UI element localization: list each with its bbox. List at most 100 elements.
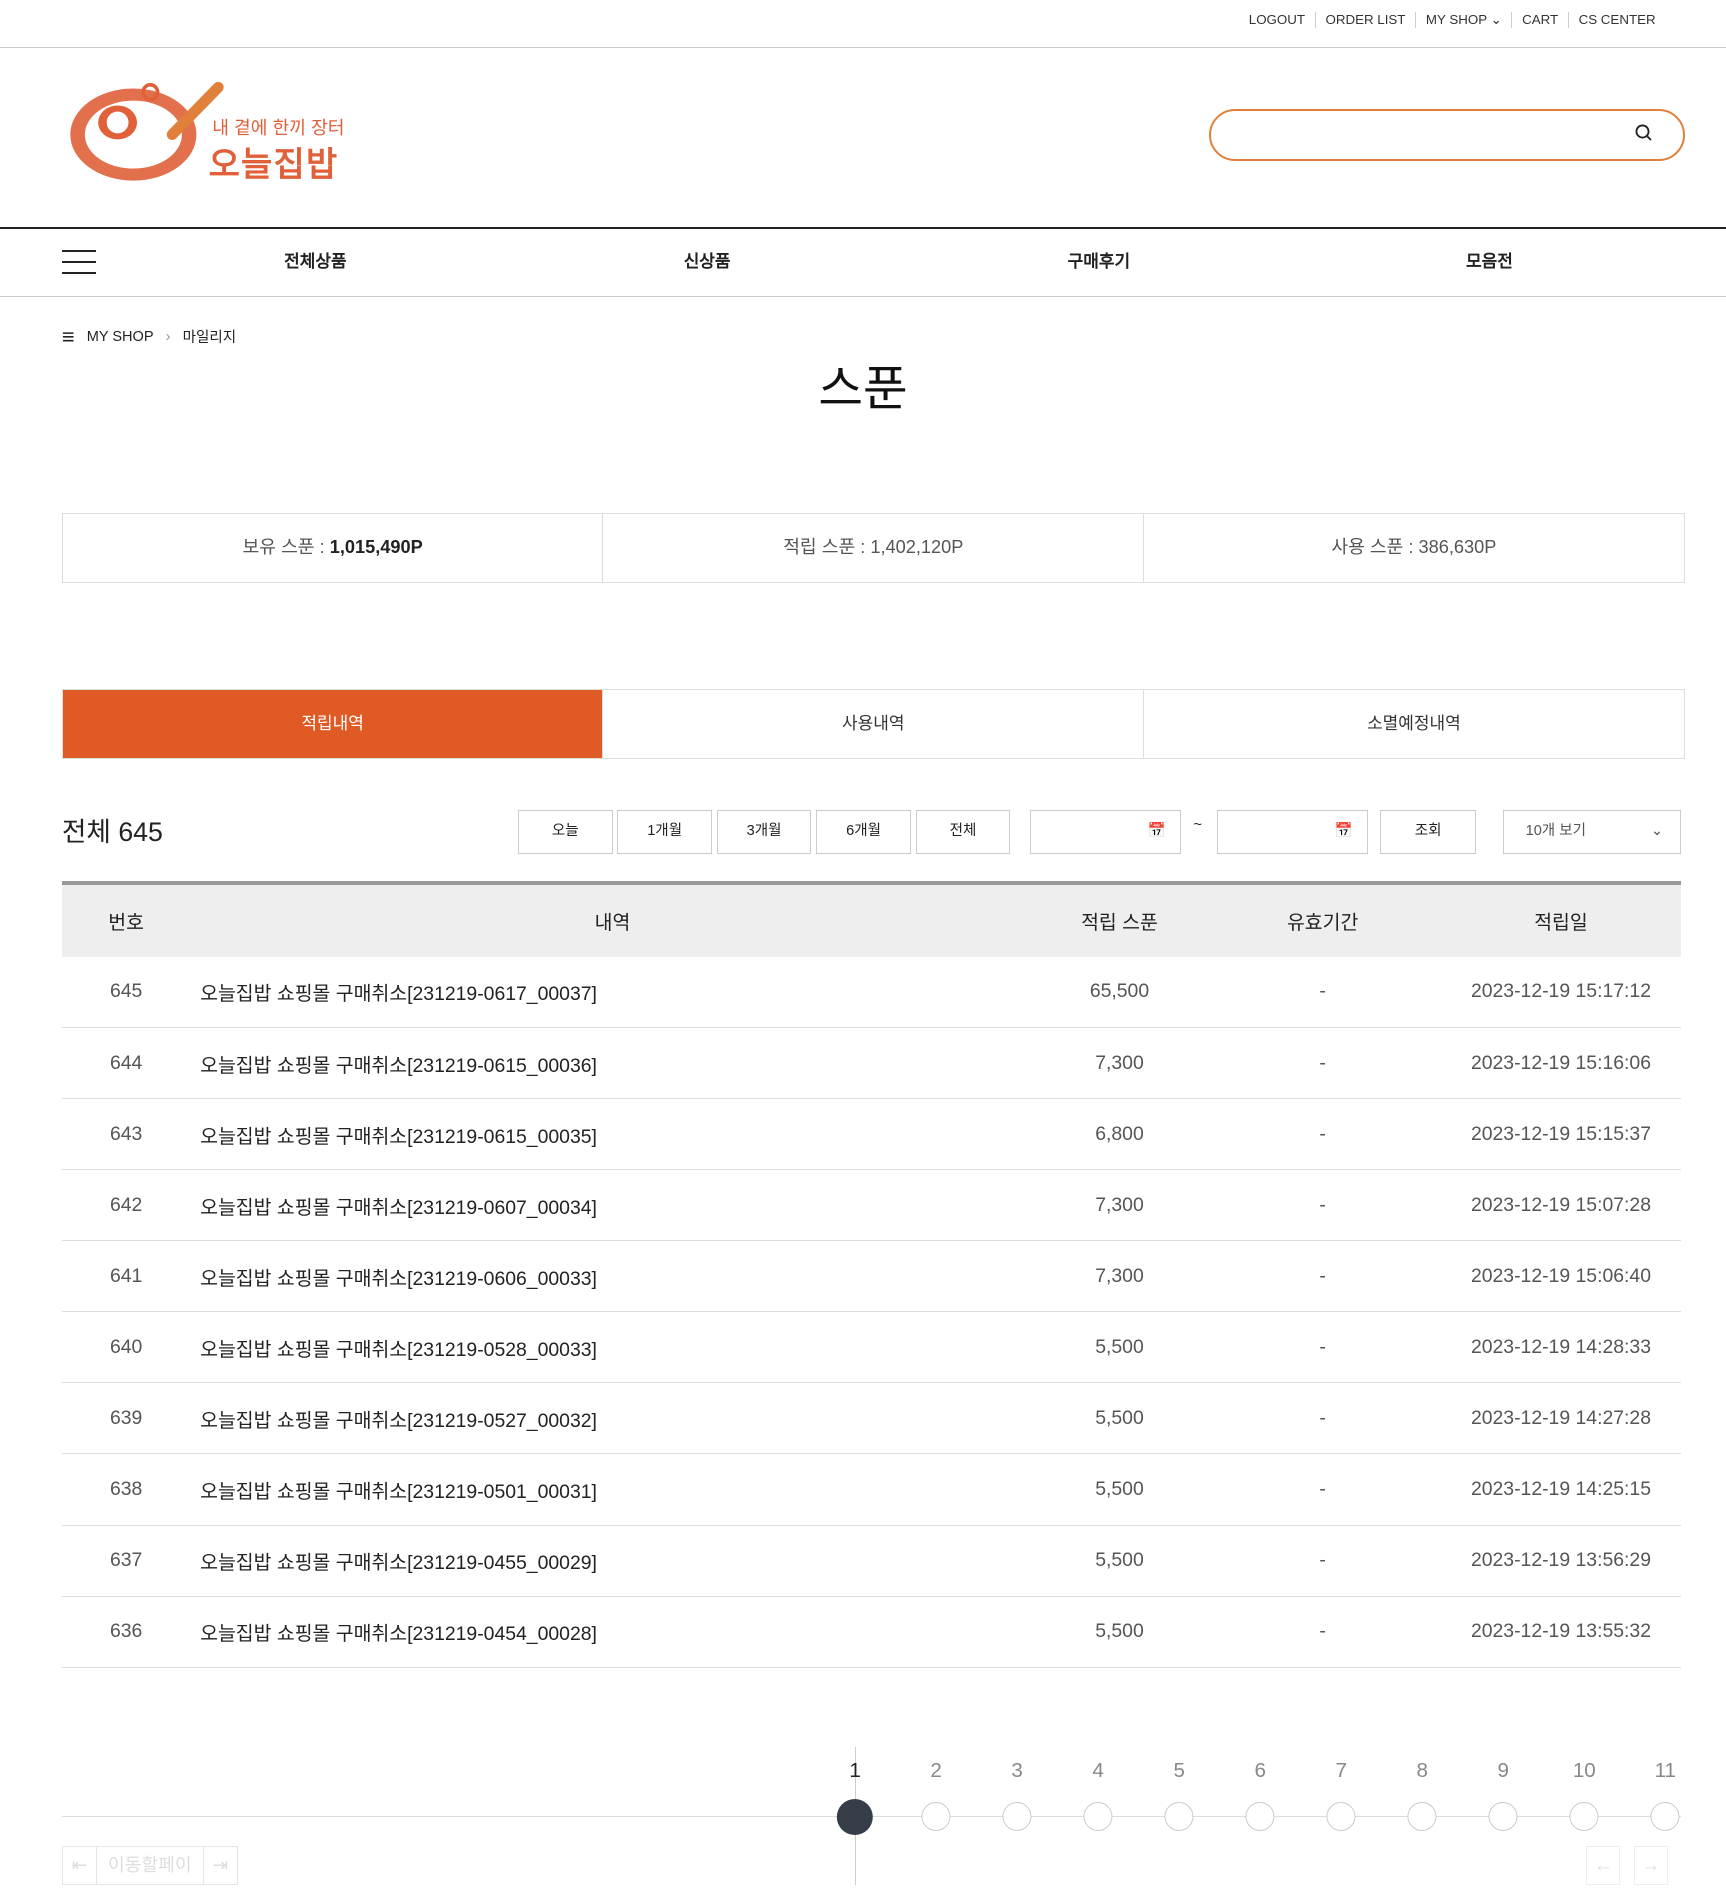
page-number[interactable]: 10: [1573, 1759, 1596, 1783]
filter-1month-button[interactable]: 1개월: [617, 810, 712, 854]
page-number[interactable]: 9: [1498, 1759, 1509, 1783]
col-number: 번호: [61, 880, 191, 957]
earned-points: 적립 스푼 : 1,402,120P: [602, 514, 1143, 583]
page-dot[interactable]: [1083, 1802, 1113, 1832]
table-row: 645 오늘집밥 쇼핑몰 구매취소[231219-0617_00037] 65,50…: [61, 956, 1682, 1029]
table-row: 641 오늘집밥 쇼핑몰 구매취소[231219-0606_00033] 7,300…: [61, 1240, 1682, 1313]
page-number[interactable]: 7: [1335, 1759, 1346, 1783]
row-points: 7,300: [1034, 1027, 1205, 1100]
last-page-icon[interactable]: ⇥: [202, 1847, 237, 1884]
row-description: 오늘집밥 쇼핑몰 구매취소[231219-0617_00037]: [190, 956, 1035, 1029]
nav-all-products[interactable]: 전체상품: [284, 247, 346, 272]
page-dot[interactable]: [1245, 1802, 1275, 1832]
search-icon[interactable]: [1634, 123, 1653, 142]
tab-used[interactable]: 사용내역: [602, 689, 1143, 759]
first-page-icon[interactable]: ⇤: [63, 1847, 97, 1884]
breadcrumb-current[interactable]: 마일리지: [183, 326, 237, 347]
page-number[interactable]: 6: [1254, 1759, 1265, 1783]
table-row: 639 오늘집밥 쇼핑몰 구매취소[231219-0527_00032] 5,500…: [61, 1382, 1682, 1455]
calendar-icon[interactable]: 📅: [1148, 823, 1166, 839]
row-points: 5,500: [1034, 1525, 1205, 1597]
next-page-icon[interactable]: →: [1633, 1846, 1668, 1885]
nav-collections[interactable]: 모음전: [1466, 247, 1513, 272]
filter-all-button[interactable]: 전체: [915, 810, 1011, 854]
row-validity: -: [1204, 1169, 1441, 1242]
cs-center-link[interactable]: CS CENTER: [1567, 12, 1665, 29]
page-dot[interactable]: [1488, 1802, 1518, 1832]
page-jump-input[interactable]: 이동할페이: [97, 1847, 203, 1884]
col-description: 내역: [190, 880, 1035, 957]
page-number[interactable]: 2: [930, 1759, 941, 1783]
search-input[interactable]: [1230, 111, 1631, 159]
hold-value: 1,015,490P: [329, 537, 423, 558]
page-dot[interactable]: [921, 1802, 951, 1832]
row-points: 65,500: [1034, 956, 1205, 1029]
hold-label: 보유 스푼 :: [242, 537, 330, 558]
list-icon: ≡: [61, 323, 75, 349]
page-dot[interactable]: [1326, 1802, 1356, 1832]
col-validity: 유효기간: [1204, 880, 1441, 957]
row-validity: -: [1204, 1382, 1441, 1455]
chevron-down-icon: ⌄: [1490, 12, 1502, 28]
page-dot[interactable]: [1002, 1802, 1032, 1832]
filter-3month-button[interactable]: 3개월: [716, 810, 812, 854]
table-row: 640 오늘집밥 쇼핑몰 구매취소[231219-0528_00033] 5,500…: [61, 1311, 1682, 1384]
page-number[interactable]: 1: [849, 1759, 860, 1783]
table-row: 636 오늘집밥 쇼핑몰 구매취소[231219-0454_00028] 5,500…: [61, 1596, 1682, 1668]
tab-expiring[interactable]: 소멸예정내역: [1143, 689, 1684, 759]
nav-new-products[interactable]: 신상품: [684, 247, 731, 272]
order-list-link[interactable]: ORDER LIST: [1314, 12, 1415, 29]
logout-link[interactable]: LOGOUT: [1239, 12, 1315, 28]
row-validity: -: [1204, 1027, 1441, 1100]
page-number[interactable]: 8: [1417, 1759, 1428, 1783]
chevron-down-icon: ⌄: [1650, 823, 1664, 840]
top-links: LOGOUT ORDER LIST MY SHOP ⌄ CART CS CENT…: [1239, 12, 1665, 29]
col-date: 적립일: [1440, 880, 1682, 957]
row-description: 오늘집밥 쇼핑몰 구매취소[231219-0615_00035]: [190, 1098, 1035, 1171]
row-date: 2023-12-19 15:16:06: [1440, 1027, 1682, 1100]
row-points: 5,500: [1034, 1311, 1205, 1384]
page-number[interactable]: 11: [1655, 1759, 1676, 1783]
row-number: 641: [61, 1240, 191, 1313]
row-points: 5,500: [1034, 1382, 1205, 1455]
menu-icon[interactable]: [61, 249, 96, 283]
search-button[interactable]: 조회: [1380, 810, 1477, 854]
page-dot[interactable]: [836, 1798, 874, 1836]
col-points: 적립 스푼: [1034, 880, 1205, 957]
page-size-select[interactable]: 10개 보기 ⌄: [1502, 810, 1682, 854]
prev-page-icon[interactable]: ←: [1586, 1846, 1621, 1885]
row-description: 오늘집밥 쇼핑몰 구매취소[231219-0615_00036]: [190, 1027, 1035, 1100]
page-dot[interactable]: [1407, 1802, 1437, 1832]
calendar-icon[interactable]: 📅: [1334, 823, 1352, 839]
end-date-input[interactable]: 📅: [1216, 810, 1369, 854]
cart-link[interactable]: CART: [1511, 12, 1567, 29]
my-shop-link[interactable]: MY SHOP ⌄: [1415, 12, 1511, 29]
breadcrumb: ≡ MY SHOP › 마일리지: [62, 324, 236, 350]
row-date: 2023-12-19 13:56:29: [1440, 1525, 1682, 1597]
page-number[interactable]: 5: [1173, 1759, 1184, 1783]
start-date-input[interactable]: 📅: [1029, 810, 1182, 854]
table-row: 643 오늘집밥 쇼핑몰 구매취소[231219-0615_00035] 6,800…: [61, 1098, 1682, 1171]
row-number: 640: [61, 1311, 191, 1384]
row-number: 637: [61, 1525, 191, 1597]
logo-name: 오늘집밥: [208, 146, 339, 185]
page-number[interactable]: 4: [1092, 1759, 1103, 1783]
nav-reviews[interactable]: 구매후기: [1068, 247, 1130, 272]
filter-today-button[interactable]: 오늘: [517, 810, 613, 854]
points-summary: 보유 스푼 : 1,015,490P 적립 스푼 : 1,402,120P 사용…: [61, 513, 1685, 584]
page-dot[interactable]: [1164, 1802, 1194, 1832]
row-validity: -: [1204, 1596, 1441, 1668]
breadcrumb-my-shop[interactable]: MY SHOP: [87, 329, 154, 345]
page-number[interactable]: 3: [1011, 1759, 1022, 1783]
row-description: 오늘집밥 쇼핑몰 구매취소[231219-0607_00034]: [190, 1169, 1035, 1242]
divider: [0, 47, 1726, 49]
filter-6month-button[interactable]: 6개월: [816, 810, 911, 854]
page-dot[interactable]: [1569, 1802, 1599, 1832]
table-row: 637 오늘집밥 쇼핑몰 구매취소[231219-0455_00029] 5,500…: [61, 1525, 1682, 1597]
page-dot[interactable]: [1650, 1802, 1680, 1832]
date-separator: ~: [1193, 817, 1202, 834]
tabs: 적립내역 사용내역 소멸예정내역: [61, 688, 1685, 760]
tab-earned[interactable]: 적립내역: [62, 689, 603, 759]
table-row: 642 오늘집밥 쇼핑몰 구매취소[231219-0607_00034] 7,300…: [61, 1169, 1682, 1242]
row-description: 오늘집밥 쇼핑몰 구매취소[231219-0455_00029]: [190, 1525, 1035, 1597]
